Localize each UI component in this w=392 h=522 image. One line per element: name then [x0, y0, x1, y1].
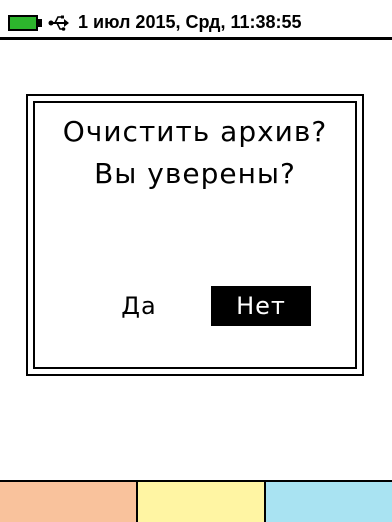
confirm-dialog: Очистить архив? Вы уверены? Да Нет — [26, 94, 364, 376]
softkey-middle[interactable] — [138, 482, 266, 522]
battery-tip — [38, 19, 42, 27]
yes-button[interactable]: Да — [107, 286, 171, 326]
device-screen: 1 июл 2015, Срд, 11:38:55 Очистить архив… — [0, 0, 392, 522]
battery-icon — [8, 15, 38, 31]
confirm-dialog-inner: Очистить архив? Вы уверены? Да Нет — [33, 101, 357, 369]
no-button[interactable]: Нет — [211, 286, 311, 326]
datetime-text: 1 июл 2015, Срд, 11:38:55 — [78, 12, 302, 32]
softkey-bar — [0, 480, 392, 522]
softkey-left[interactable] — [0, 482, 138, 522]
dialog-confirm-text: Вы уверены? — [94, 157, 296, 190]
softkey-right[interactable] — [266, 482, 392, 522]
dialog-question: Очистить архив? — [62, 115, 328, 148]
status-bar: 1 июл 2015, Срд, 11:38:55 — [0, 0, 392, 37]
usb-icon — [48, 15, 69, 31]
status-bar-divider — [0, 37, 392, 40]
